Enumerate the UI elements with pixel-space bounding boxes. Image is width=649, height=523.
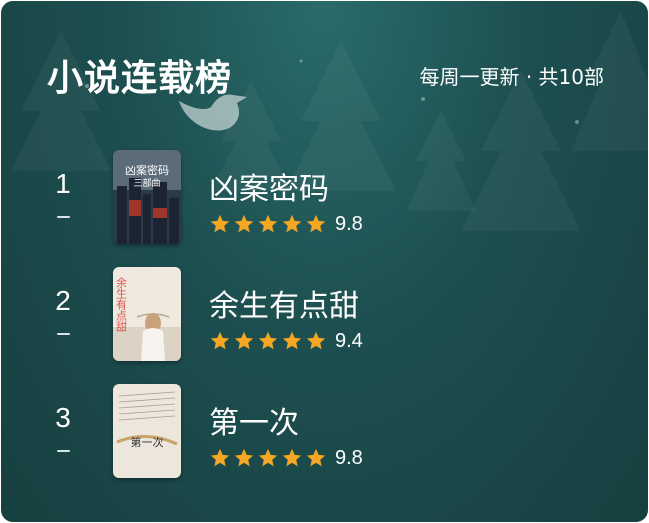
book-title[interactable]: 凶案密码 <box>209 164 329 208</box>
rank-number: 1 <box>55 168 71 199</box>
star-icon <box>258 214 278 233</box>
list-item[interactable]: 2 余生有点甜 余生有点甜 9.4 <box>1 267 648 363</box>
score: 9.8 <box>335 446 363 469</box>
novel-ranking-card[interactable]: 小说连载榜 每周一更新 · 共10部 1 凶案密码 三部曲 凶案密码 9.8 2… <box>1 1 648 522</box>
star-icon <box>306 448 326 467</box>
star-icon <box>282 214 302 233</box>
star-icon <box>234 448 254 467</box>
update-info: 每周一更新 · 共10部 <box>419 65 604 89</box>
list-item[interactable]: 3 第一次 第一次 9.8 <box>1 384 648 480</box>
rating: 9.4 <box>209 329 363 353</box>
star-icon <box>306 331 326 350</box>
star-icon <box>258 331 278 350</box>
rank-underline <box>57 216 70 218</box>
score: 9.8 <box>335 212 363 235</box>
cover-title: 余生有点甜 <box>115 276 128 332</box>
star-icon <box>282 448 302 467</box>
book-cover[interactable]: 凶案密码 三部曲 <box>113 150 181 244</box>
star-icon <box>210 214 230 233</box>
cover-title: 第一次 <box>131 435 164 449</box>
star-icon <box>234 214 254 233</box>
star-icon <box>234 331 254 350</box>
rank-number: 2 <box>55 285 71 316</box>
book-cover[interactable]: 余生有点甜 <box>113 267 181 361</box>
rank-underline <box>57 333 70 335</box>
star-icon <box>210 448 230 467</box>
rating: 9.8 <box>209 212 363 236</box>
rank-number: 3 <box>55 402 71 433</box>
star-icon <box>258 448 278 467</box>
cover-title: 凶案密码 <box>125 163 169 177</box>
rank-underline <box>57 450 70 452</box>
book-cover[interactable]: 第一次 <box>113 384 181 478</box>
book-title[interactable]: 余生有点甜 <box>209 281 359 325</box>
star-icon <box>210 331 230 350</box>
cover-subtitle: 三部曲 <box>133 177 160 189</box>
star-icon <box>306 214 326 233</box>
star-icon <box>282 331 302 350</box>
book-title[interactable]: 第一次 <box>209 398 299 442</box>
score: 9.4 <box>335 329 363 352</box>
rating: 9.8 <box>209 446 363 470</box>
page-title: 小说连载榜 <box>47 58 233 99</box>
list-item[interactable]: 1 凶案密码 三部曲 凶案密码 9.8 <box>1 150 648 246</box>
